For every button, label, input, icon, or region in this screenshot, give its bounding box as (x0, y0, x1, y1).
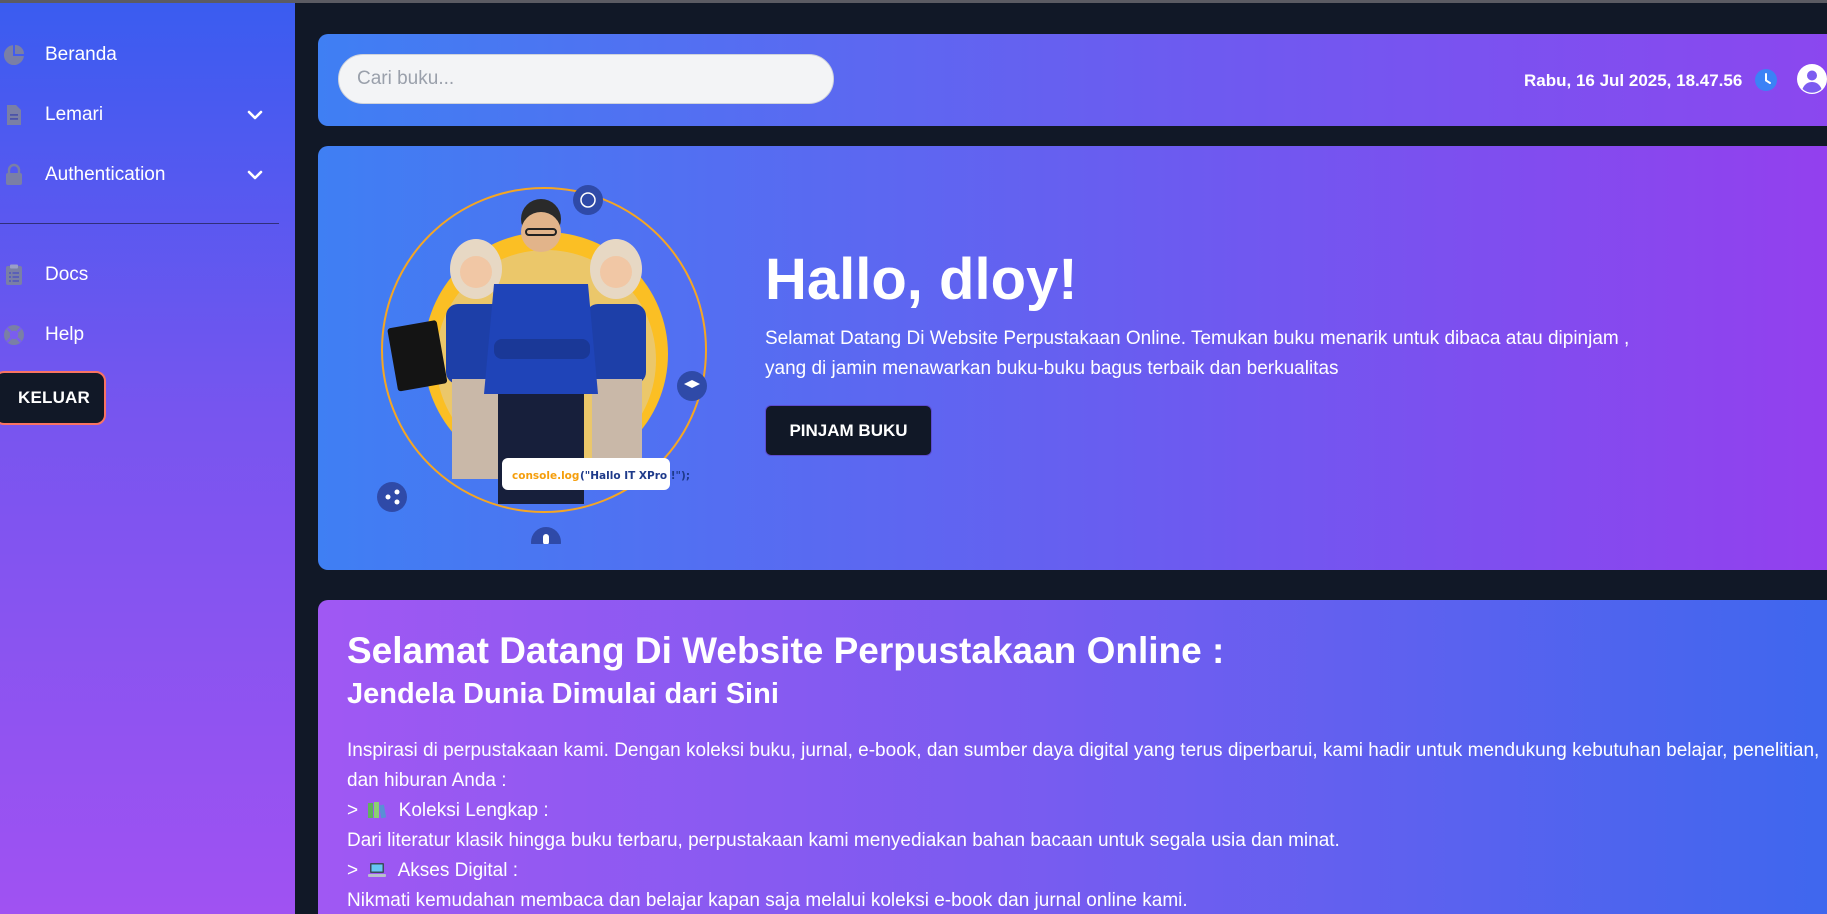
laptop-icon (368, 863, 387, 877)
hero-illustration: console.log ("Hallo IT XPro !"); (377, 185, 707, 544)
user-circle-icon[interactable] (1796, 63, 1827, 95)
illustration-caption: console.log (512, 470, 579, 482)
sidebar-item-help[interactable]: Help (0, 315, 280, 355)
pie-chart-icon (3, 45, 24, 66)
lifebuoy-icon (4, 325, 24, 345)
sidebar: Beranda Lemari Authentication Docs Help … (0, 3, 295, 914)
list-item-heading: Akses Digital : (397, 860, 518, 881)
list-marker: > (347, 860, 359, 881)
welcome-section: Selamat Datang Di Website Perpustakaan O… (318, 600, 1827, 914)
clipboard-icon (6, 264, 22, 285)
sidebar-item-label: Lemari (45, 104, 104, 125)
list-item-text: Nikmati kemudahan membaca dan belajar ka… (347, 890, 1188, 911)
hero-description: Selamat Datang Di Website Perpustakaan O… (765, 328, 1630, 379)
welcome-title: Selamat Datang Di Website Perpustakaan O… (347, 630, 1225, 671)
lock-icon (6, 163, 22, 185)
sidebar-item-label: Docs (45, 264, 89, 285)
illustration-caption: ("Hallo IT XPro !"); (580, 470, 690, 482)
document-icon (7, 105, 21, 125)
logout-button[interactable]: KELUAR (0, 371, 106, 425)
welcome-subtitle: Jendela Dunia Dimulai dari Sini (347, 678, 779, 710)
list-item-text: Dari literatur klasik hingga buku terbar… (347, 830, 1340, 851)
datetime-display: Rabu, 16 Jul 2025, 18.47.56 (1524, 71, 1743, 90)
hero-greeting: Hallo, dloy! (765, 247, 1078, 312)
search-input[interactable] (338, 54, 834, 104)
sidebar-item-label: Help (45, 324, 85, 345)
sidebar-divider (0, 223, 279, 224)
top-header: Rabu, 16 Jul 2025, 18.47.56 (318, 34, 1827, 126)
hero-banner: console.log ("Hallo IT XPro !"); Hallo, … (318, 146, 1827, 570)
chevron-down-icon[interactable] (243, 163, 267, 187)
list-item: > Akses Digital : (347, 856, 1827, 886)
welcome-body: Inspirasi di perpustakaan kami. Dengan k… (347, 736, 1827, 914)
welcome-intro: Inspirasi di perpustakaan kami. Dengan k… (347, 740, 1820, 791)
list-item: > Koleksi Lengkap : (347, 796, 1827, 826)
sidebar-item-docs[interactable]: Docs (0, 255, 280, 295)
books-icon (368, 802, 387, 819)
clock-icon[interactable] (1754, 68, 1778, 92)
list-marker: > (347, 800, 359, 821)
sidebar-item-lemari[interactable]: Lemari (0, 95, 280, 135)
sidebar-item-label: Authentication (45, 164, 166, 185)
chevron-down-icon[interactable] (243, 103, 267, 127)
sidebar-item-authentication[interactable]: Authentication (0, 155, 280, 195)
list-item-heading: Koleksi Lengkap : (398, 800, 549, 821)
sidebar-item-label: Beranda (45, 44, 117, 65)
sidebar-item-beranda[interactable]: Beranda (0, 35, 280, 75)
borrow-book-button[interactable]: PINJAM BUKU (765, 405, 932, 456)
